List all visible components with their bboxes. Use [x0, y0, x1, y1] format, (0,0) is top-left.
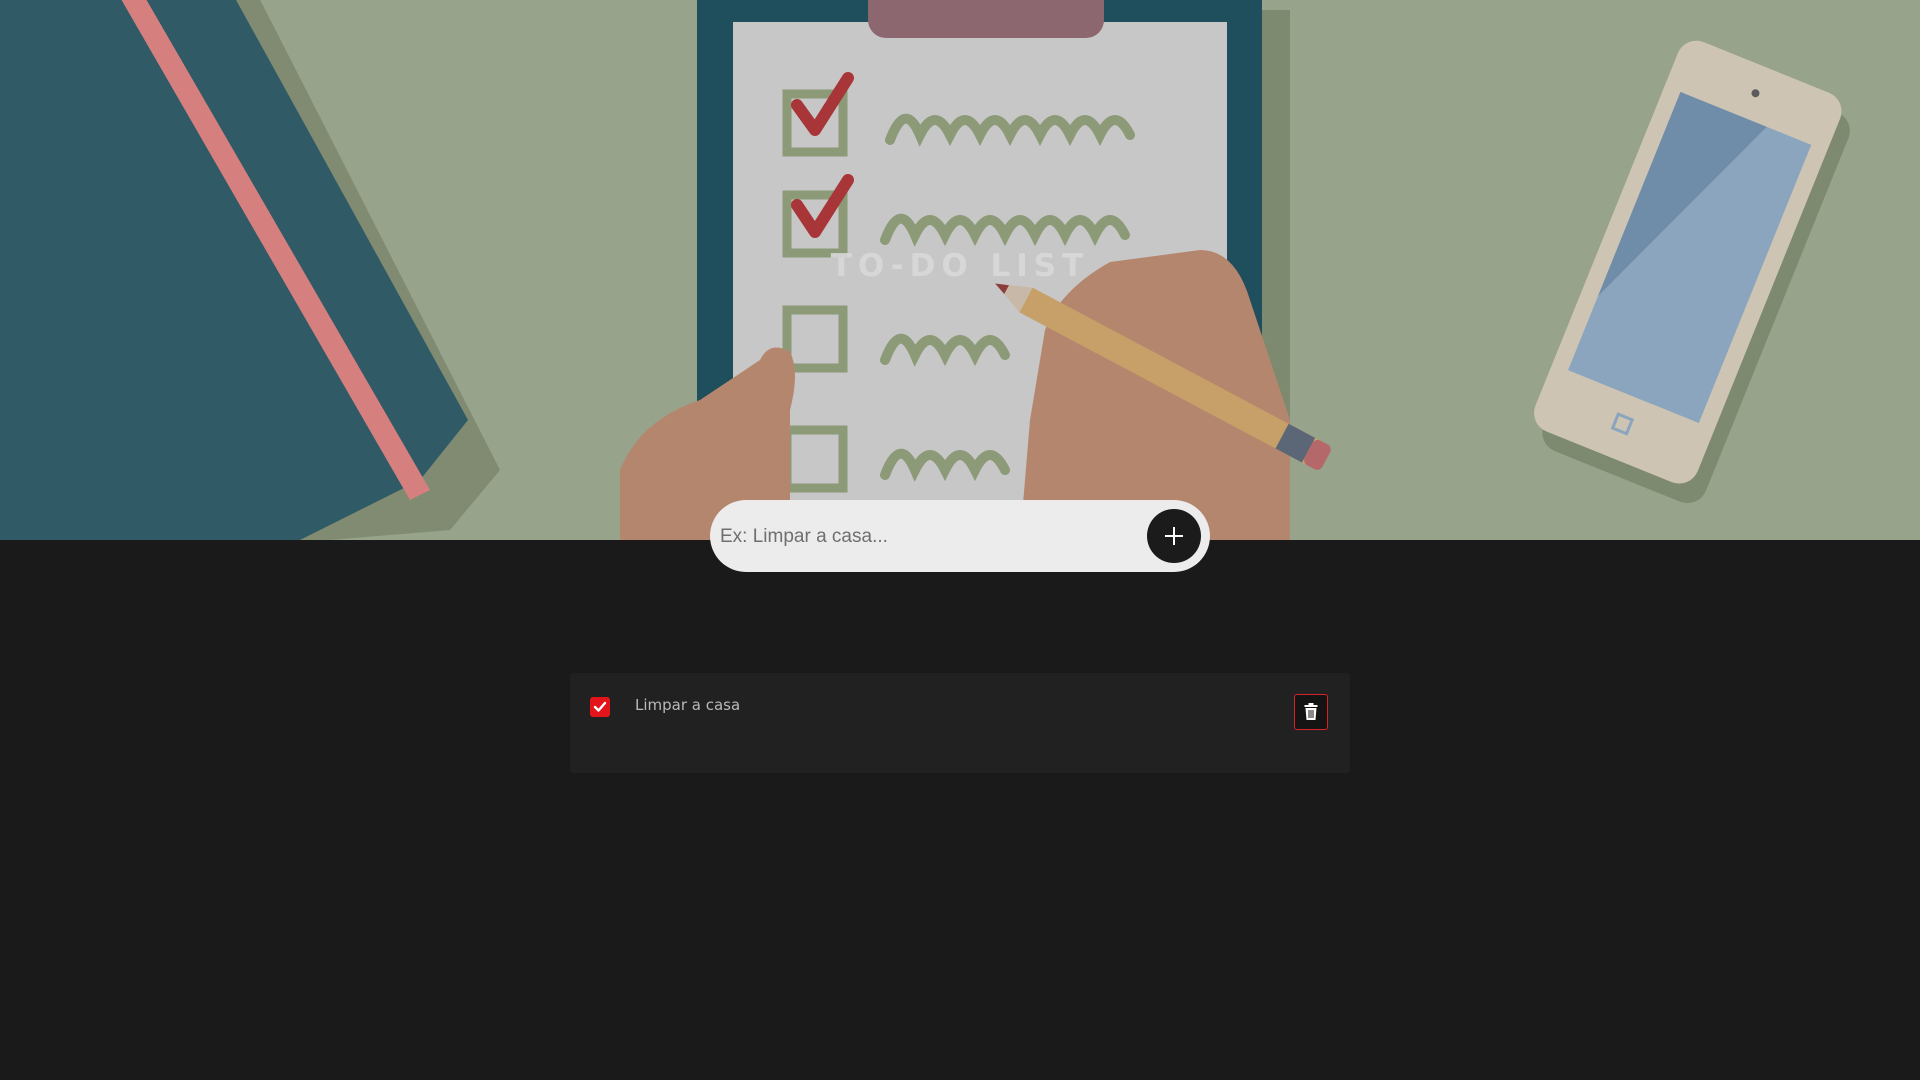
plus-icon — [1165, 527, 1183, 545]
task-label: Limpar a casa — [635, 696, 741, 714]
delete-task-button[interactable] — [1294, 694, 1328, 730]
task-item: Limpar a casa — [570, 673, 1350, 773]
add-task-button[interactable] — [1147, 509, 1201, 563]
add-task-bar — [710, 500, 1210, 572]
task-input[interactable] — [718, 516, 1122, 558]
task-complete-checkbox[interactable] — [590, 697, 610, 717]
checkmark-icon — [593, 701, 607, 712]
page-title: TO-DO LIST — [830, 248, 1090, 284]
hero-banner: TO-DO LIST — [0, 0, 1920, 540]
trash-icon — [1304, 703, 1318, 720]
